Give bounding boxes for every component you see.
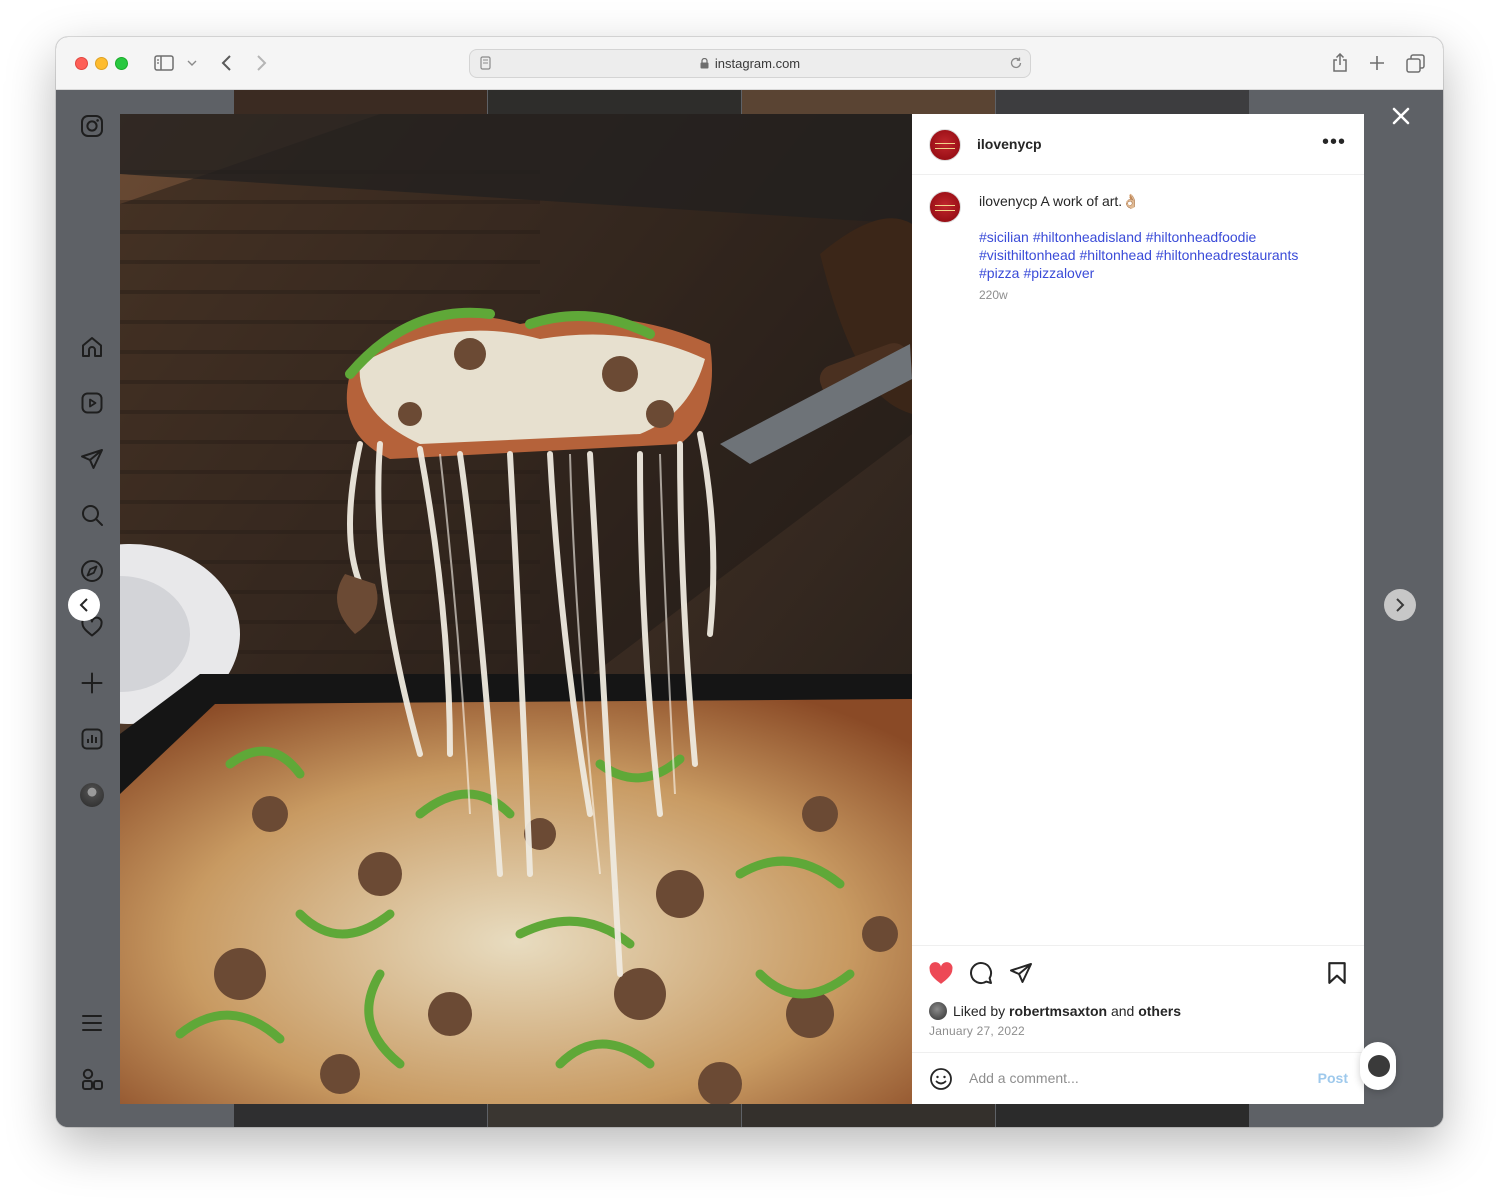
- caption-username[interactable]: ilovenycp: [979, 193, 1037, 209]
- more-options-icon[interactable]: •••: [1322, 132, 1346, 152]
- next-post-button[interactable]: [1384, 589, 1416, 621]
- threads-apps-icon[interactable]: [79, 1066, 105, 1092]
- liked-by-prefix: Liked by: [953, 1003, 1006, 1019]
- forward-icon[interactable]: [252, 51, 272, 75]
- grid-thumbnail: [488, 90, 741, 114]
- instagram-logo-icon[interactable]: [79, 113, 105, 139]
- liked-by-others[interactable]: others: [1138, 1003, 1181, 1019]
- author-avatar[interactable]: [929, 129, 961, 161]
- create-plus-icon[interactable]: [79, 670, 105, 696]
- home-icon[interactable]: [79, 334, 105, 360]
- hashtag-link[interactable]: #hiltonheadisland: [1033, 229, 1142, 245]
- caption-age[interactable]: 220w: [979, 288, 1008, 302]
- previous-post-button[interactable]: [68, 589, 100, 621]
- grid-thumbnail: [742, 1104, 995, 1127]
- grid-thumbnail: [742, 90, 995, 114]
- browser-toolbar: instagram.com: [56, 37, 1443, 90]
- comment-icon[interactable]: [968, 960, 994, 986]
- hashtag-link[interactable]: #hiltonheadrestaurants: [1156, 247, 1298, 263]
- url-text: instagram.com: [714, 56, 801, 71]
- author-username[interactable]: ilovenycp: [977, 136, 1042, 152]
- messages-bubble[interactable]: [1360, 1042, 1396, 1090]
- explore-compass-icon[interactable]: [79, 558, 105, 584]
- comment-input[interactable]: Add a comment...: [969, 1070, 1079, 1086]
- post-actions: Liked by robertmsaxton and others Januar…: [912, 945, 1364, 1052]
- minimize-window-button[interactable]: [95, 57, 108, 70]
- comment-bar: Add a comment... Post: [912, 1052, 1364, 1104]
- grid-thumbnail: [996, 90, 1249, 114]
- post-comment-button[interactable]: Post: [1318, 1070, 1348, 1086]
- hashtag-link[interactable]: #hiltonhead: [1080, 247, 1152, 263]
- post-photo[interactable]: [120, 114, 912, 1104]
- reload-icon[interactable]: [1008, 55, 1024, 71]
- instagram-page: ilovenycp ••• ilovenycp A work of art.👌🏼…: [56, 90, 1443, 1127]
- caption-text: A work of art.👌🏼: [1040, 193, 1140, 209]
- address-bar[interactable]: instagram.com: [469, 49, 1031, 78]
- post-details-panel: ilovenycp ••• ilovenycp A work of art.👌🏼…: [912, 114, 1364, 1104]
- sidebar-toggle-icon[interactable]: [152, 51, 176, 75]
- close-icon[interactable]: [1391, 106, 1411, 126]
- direct-message-icon[interactable]: [79, 446, 105, 472]
- hashtag-link[interactable]: #pizza: [979, 265, 1019, 281]
- liked-by-and: and: [1110, 1003, 1135, 1019]
- liked-by-line: Liked by robertmsaxton and others: [929, 1002, 1181, 1020]
- close-window-button[interactable]: [75, 57, 88, 70]
- post-date[interactable]: January 27, 2022: [929, 1024, 1025, 1038]
- grid-thumbnail: [996, 1104, 1249, 1127]
- grid-thumbnail: [488, 1104, 741, 1127]
- menu-icon[interactable]: [79, 1010, 105, 1036]
- pizza-photo-image: [120, 114, 912, 1104]
- hashtag-list: #sicilian #hiltonheadisland #hiltonheadfoo…: [979, 228, 1339, 282]
- reels-icon[interactable]: [79, 390, 105, 416]
- liker-avatar[interactable]: [929, 1002, 947, 1020]
- post-header: ilovenycp •••: [912, 114, 1364, 175]
- profile-avatar-icon[interactable]: [79, 782, 105, 808]
- like-heart-icon[interactable]: [928, 960, 954, 986]
- grid-thumbnail: [234, 1104, 487, 1127]
- search-icon[interactable]: [79, 502, 105, 528]
- save-bookmark-icon[interactable]: [1324, 960, 1350, 986]
- lock-icon: [700, 57, 709, 72]
- back-icon[interactable]: [216, 51, 236, 75]
- share-post-icon[interactable]: [1008, 960, 1034, 986]
- chevron-right-icon: [1396, 598, 1405, 612]
- messages-avatar: [1368, 1055, 1390, 1077]
- caption-avatar[interactable]: [929, 191, 961, 223]
- chevron-down-icon[interactable]: [184, 51, 200, 75]
- share-icon[interactable]: [1330, 51, 1350, 75]
- dashboard-chart-icon[interactable]: [79, 726, 105, 752]
- chevron-left-icon: [79, 598, 88, 612]
- tab-overview-icon[interactable]: [1404, 51, 1426, 75]
- emoji-icon[interactable]: [928, 1066, 954, 1092]
- post-caption: ilovenycp A work of art.👌🏼: [979, 192, 1339, 210]
- hashtag-link[interactable]: #pizzalover: [1023, 265, 1094, 281]
- hashtag-link[interactable]: #sicilian: [979, 229, 1029, 245]
- browser-window: instagram.com ilovenycp ••• ilovenycp A …: [56, 37, 1443, 1127]
- new-tab-icon[interactable]: [1367, 51, 1387, 75]
- liked-by-username[interactable]: robertmsaxton: [1009, 1003, 1107, 1019]
- hashtag-link[interactable]: #visithiltonhead: [979, 247, 1076, 263]
- hashtag-link[interactable]: #hiltonheadfoodie: [1146, 229, 1257, 245]
- grid-thumbnail: [234, 90, 487, 114]
- zoom-window-button[interactable]: [115, 57, 128, 70]
